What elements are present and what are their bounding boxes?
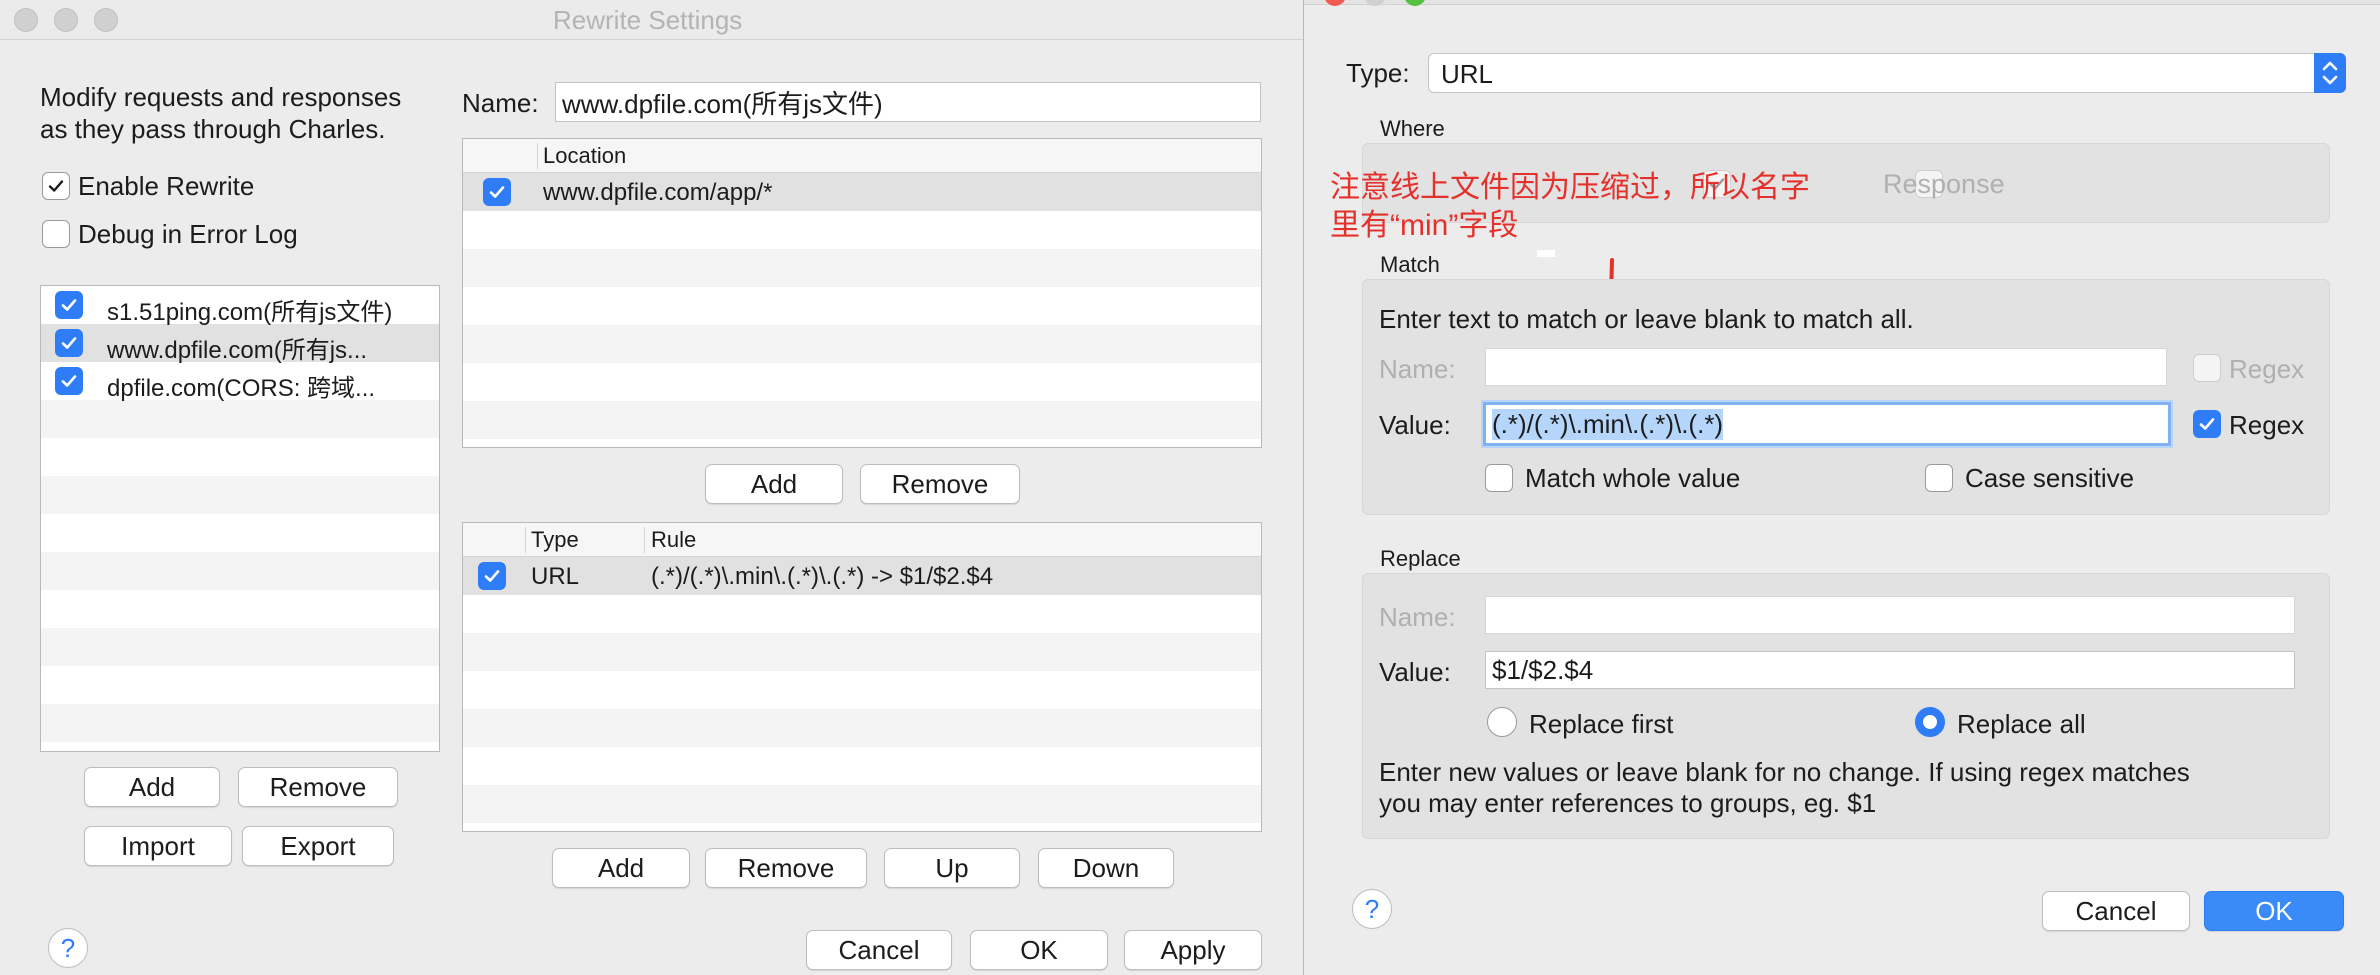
- checkmark-icon: [484, 570, 500, 582]
- match-name-regex-checkbox[interactable]: [2193, 354, 2221, 382]
- chevron-updown-icon: [2314, 53, 2346, 93]
- location-enabled-checkbox[interactable]: [483, 178, 511, 206]
- location-value: www.dpfile.com/app/*: [543, 179, 773, 206]
- match-name-label: Name:: [1379, 354, 1456, 384]
- checkmark-icon: [61, 299, 77, 311]
- case-sensitive-label: Case sensitive: [1965, 463, 2135, 493]
- name-label: Name:: [462, 88, 539, 118]
- checkmark-icon: [48, 180, 64, 192]
- where-label: Where: [1380, 116, 1445, 141]
- ok-button[interactable]: OK: [2204, 891, 2344, 931]
- case-sensitive-checkbox[interactable]: [1925, 464, 1953, 492]
- type-select-value: URL: [1441, 59, 1494, 89]
- replace-name-field[interactable]: [1485, 596, 2295, 634]
- match-value-label: Value:: [1379, 410, 1451, 440]
- set-label: www.dpfile.com(所有js...: [107, 337, 368, 364]
- match-value-field[interactable]: (.*)/(.*)\.min\.(.*)\.(.*): [1483, 402, 2171, 446]
- add-set-button[interactable]: Add: [84, 767, 220, 807]
- table-row[interactable]: URL (.*)/(.*)\.min\.(.*)\.(.*) -> $1/$2.…: [463, 557, 1261, 595]
- replace-help-line1: Enter new values or leave blank for no c…: [1379, 757, 2190, 787]
- match-label: Match: [1380, 252, 1440, 277]
- remove-location-button[interactable]: Remove: [860, 464, 1020, 504]
- set-label: dpfile.com(CORS: 跨域...: [107, 375, 376, 402]
- replace-help-line2: you may enter references to groups, eg. …: [1379, 788, 1877, 818]
- set-enabled-checkbox[interactable]: [55, 329, 83, 357]
- enable-rewrite-checkbox[interactable]: [42, 172, 70, 200]
- replace-value-field[interactable]: $1/$2.$4: [1485, 651, 2295, 689]
- set-label: s1.51ping.com(所有js文件): [107, 299, 393, 326]
- cancel-button[interactable]: Cancel: [806, 930, 952, 970]
- type-column-header: Type: [531, 527, 579, 552]
- checkmark-icon: [61, 337, 77, 349]
- up-rule-button[interactable]: Up: [884, 848, 1020, 888]
- list-item[interactable]: www.dpfile.com(所有js...: [41, 324, 439, 364]
- list-item[interactable]: s1.51ping.com(所有js文件): [41, 286, 439, 326]
- rule-type: URL: [531, 563, 580, 590]
- description-line2: as they pass through Charles.: [40, 114, 386, 144]
- close-window-button[interactable]: [14, 8, 38, 32]
- annotation-line2: 里有“min”字段: [1330, 209, 1519, 242]
- rule-value: (.*)/(.*)\.min\.(.*)\.(.*) -> $1/$2.$4: [651, 563, 994, 590]
- add-location-button[interactable]: Add: [705, 464, 843, 504]
- replace-value-label: Value:: [1379, 657, 1451, 687]
- table-row[interactable]: www.dpfile.com/app/*: [463, 173, 1261, 211]
- type-select[interactable]: URL: [1428, 53, 2346, 93]
- set-enabled-checkbox[interactable]: [55, 291, 83, 319]
- replace-all-radio[interactable]: [1915, 707, 1945, 737]
- ok-button[interactable]: OK: [970, 930, 1108, 970]
- rewrite-sets-list[interactable]: s1.51ping.com(所有js文件) www.dpfile.com(所有j…: [40, 285, 440, 752]
- title-bar: [1304, 0, 2380, 5]
- table-header: Location: [463, 139, 1261, 173]
- rule-column-header: Rule: [651, 527, 697, 552]
- table-header: Type Rule: [463, 523, 1261, 557]
- rule-enabled-checkbox[interactable]: [478, 562, 506, 590]
- checkmark-icon: [489, 186, 505, 198]
- list-item[interactable]: dpfile.com(CORS: 跨域...: [41, 362, 439, 402]
- import-button[interactable]: Import: [84, 826, 232, 866]
- add-rule-button[interactable]: Add: [552, 848, 690, 888]
- enable-rewrite-label: Enable Rewrite: [78, 171, 255, 201]
- remove-set-button[interactable]: Remove: [238, 767, 398, 807]
- where-response-label: Response: [1883, 169, 2005, 199]
- replace-label: Replace: [1380, 546, 1461, 571]
- rewrite-settings-window: Rewrite Settings Modify requests and res…: [0, 0, 1303, 975]
- replace-all-label: Replace all: [1957, 709, 2086, 739]
- remove-rule-button[interactable]: Remove: [705, 848, 867, 888]
- replace-first-radio[interactable]: [1487, 707, 1517, 737]
- checkmark-icon: [2199, 418, 2215, 430]
- help-button[interactable]: ?: [48, 928, 88, 968]
- apply-button[interactable]: Apply: [1124, 930, 1262, 970]
- match-whole-value-label: Match whole value: [1525, 463, 1741, 493]
- match-instruction: Enter text to match or leave blank to ma…: [1379, 304, 1914, 334]
- down-rule-button[interactable]: Down: [1038, 848, 1174, 888]
- debug-log-checkbox[interactable]: [42, 220, 70, 248]
- checkmark-icon: [61, 375, 77, 387]
- type-label: Type:: [1346, 58, 1410, 88]
- match-name-regex-label: Regex: [2229, 354, 2305, 384]
- match-value-text: (.*)/(.*)\.min\.(.*)\.(.*): [1492, 408, 1724, 440]
- cancel-button[interactable]: Cancel: [2042, 891, 2190, 931]
- minimize-window-button[interactable]: [54, 8, 78, 32]
- rules-table[interactable]: Type Rule URL (.*)/(.*)\.min\.(.*)\.(.*)…: [462, 522, 1262, 832]
- match-name-field[interactable]: [1485, 348, 2167, 386]
- match-value-regex-label: Regex: [2229, 410, 2305, 440]
- location-column-header: Location: [543, 143, 627, 168]
- replace-group: Name: Value: $1/$2.$4 Replace first Repl…: [1362, 573, 2330, 839]
- set-enabled-checkbox[interactable]: [55, 367, 83, 395]
- zoom-window-button[interactable]: [94, 8, 118, 32]
- debug-log-label: Debug in Error Log: [78, 219, 298, 249]
- match-group: Enter text to match or leave blank to ma…: [1362, 279, 2330, 515]
- help-button[interactable]: ?: [1352, 889, 1392, 929]
- description-line1: Modify requests and responses: [40, 82, 402, 112]
- locations-table[interactable]: Location www.dpfile.com/app/*: [462, 138, 1262, 448]
- window-title: Rewrite Settings: [553, 5, 743, 35]
- match-value-regex-checkbox[interactable]: [2193, 410, 2221, 438]
- replace-name-label: Name:: [1379, 602, 1456, 632]
- replace-first-label: Replace first: [1529, 709, 1674, 739]
- match-whole-value-checkbox[interactable]: [1485, 464, 1513, 492]
- rewrite-rule-window: Type: URL Where Response 注意线上文件因为压缩过，所以名…: [1303, 0, 2380, 975]
- set-name-field[interactable]: www.dpfile.com(所有js文件): [555, 82, 1261, 122]
- export-button[interactable]: Export: [242, 826, 394, 866]
- title-bar: Rewrite Settings: [0, 0, 1303, 40]
